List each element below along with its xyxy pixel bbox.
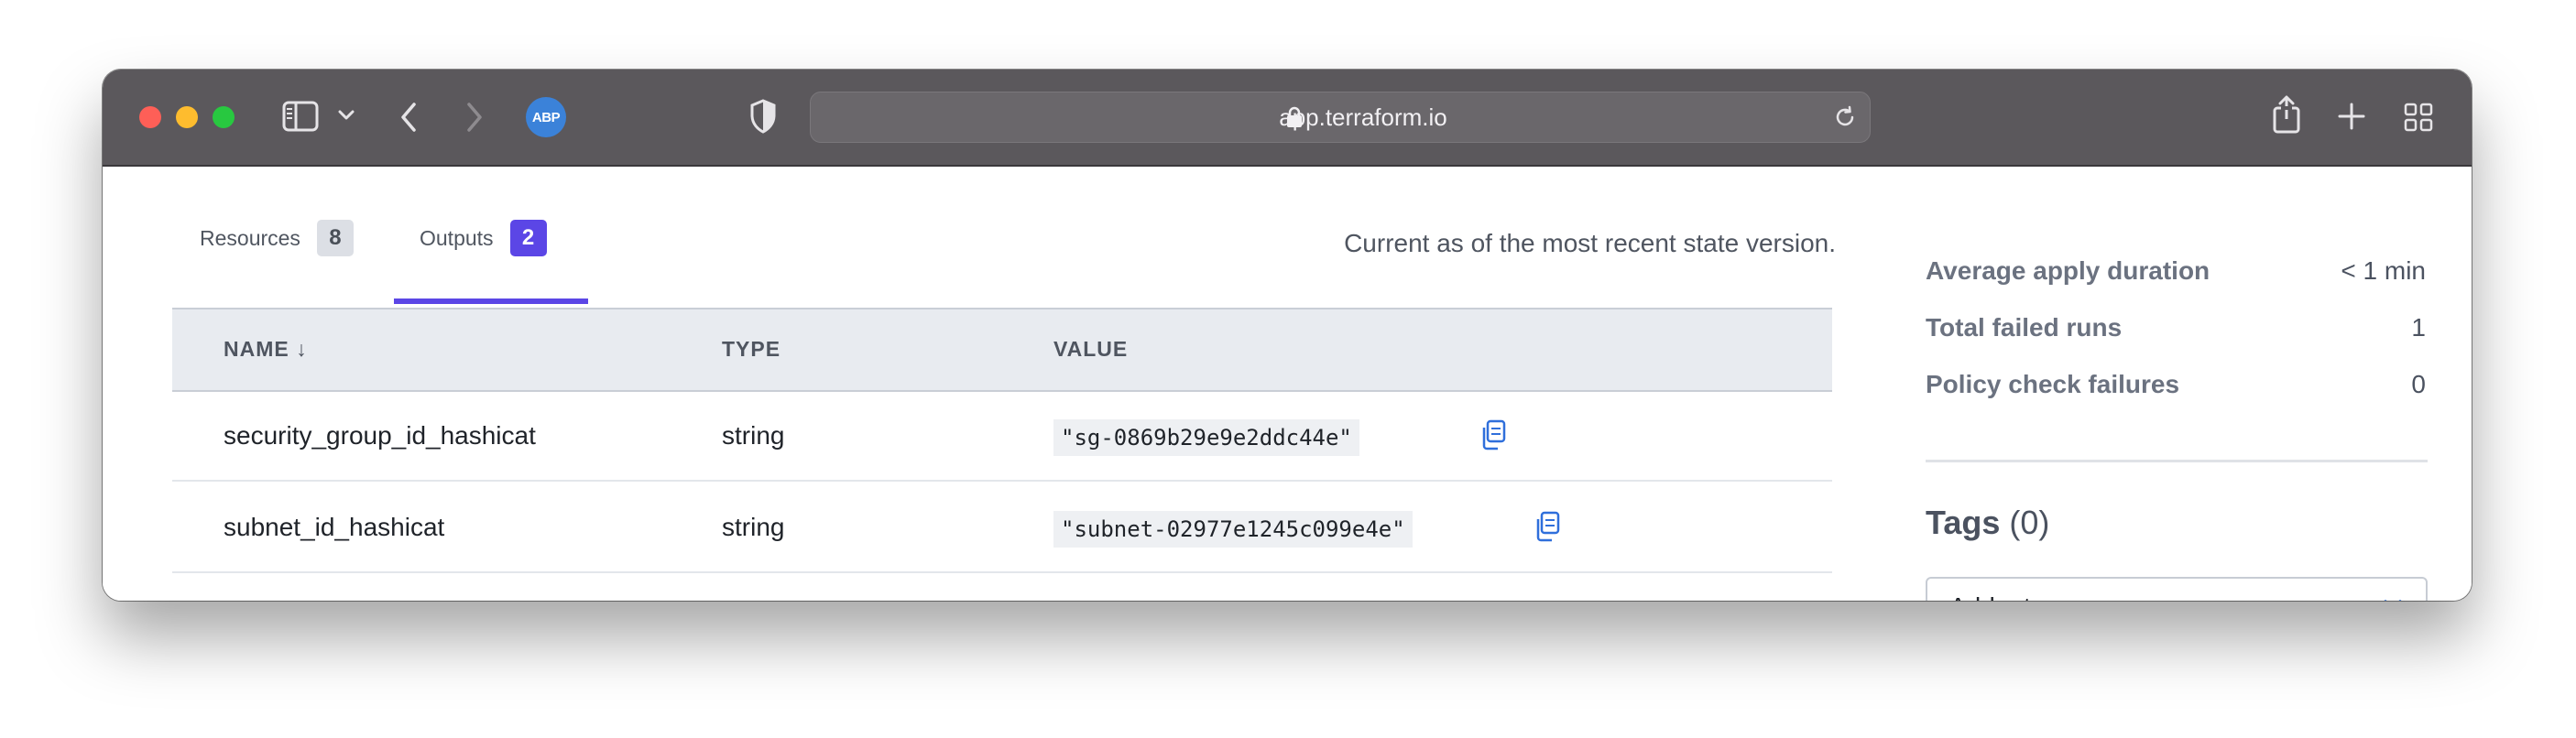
copy-icon[interactable] (1534, 511, 1561, 547)
url-text: app.terraform.io (1279, 103, 1447, 131)
browser-toolbar: ABP app.terraform.io (103, 70, 2472, 167)
add-tag-select[interactable]: Add a tag (1926, 577, 2428, 601)
output-value: "sg-0869b29e9e2ddc44e" (1053, 419, 1359, 456)
close-window-button[interactable] (139, 106, 161, 128)
sidebar-divider (1926, 460, 2428, 462)
minimize-window-button[interactable] (176, 106, 198, 128)
metric-value: 0 (2411, 370, 2426, 398)
tab-label: Resources (200, 225, 300, 250)
table-header: NAME ↓ TYPE VALUE (172, 308, 1832, 392)
state-version-note: Current as of the most recent state vers… (1344, 229, 1836, 257)
metric-label: Policy check failures (1926, 370, 2180, 398)
add-tag-label: Add a tag (1949, 592, 2059, 601)
table-row: subnet_id_hashicat string "subnet-02977e… (172, 482, 1832, 573)
metric-label: Total failed runs (1926, 313, 2123, 342)
active-tab-indicator (394, 298, 588, 304)
count-badge: 2 (509, 220, 547, 256)
new-tab-icon[interactable] (2338, 103, 2365, 135)
metric-label: Average apply duration (1926, 256, 2210, 285)
address-bar[interactable]: app.terraform.io (810, 92, 1871, 143)
chevron-down-icon (2382, 597, 2404, 601)
sidebar-toggle-icon[interactable] (282, 101, 319, 136)
tags-count: (0) (2009, 504, 2050, 541)
page-content: Resources 8 Outputs 2 Current as of the … (103, 167, 2472, 601)
back-arrow-icon[interactable] (398, 101, 420, 138)
output-type: string (722, 513, 785, 541)
browser-window: ABP app.terraform.io Resources 8 Outputs… (103, 70, 2472, 601)
output-value: "subnet-02977e1245c099e4e" (1053, 511, 1413, 548)
forward-arrow-icon[interactable] (464, 101, 486, 138)
metric-value: < 1 min (2341, 256, 2426, 285)
chevron-down-icon[interactable] (337, 108, 355, 127)
output-type: string (722, 421, 785, 450)
column-header-value: VALUE (1053, 337, 1129, 361)
column-header-type: TYPE (722, 337, 781, 361)
column-header-name[interactable]: NAME ↓ (224, 337, 308, 362)
share-icon[interactable] (2272, 95, 2301, 138)
metric-value: 1 (2411, 313, 2426, 342)
tab-label: Outputs (420, 225, 494, 250)
adblock-extension-icon[interactable]: ABP (526, 97, 566, 137)
tags-title: Tags (1926, 504, 2001, 541)
tab-overview-icon[interactable] (2404, 103, 2433, 136)
count-badge: 8 (316, 220, 354, 256)
privacy-shield-icon[interactable] (749, 99, 777, 138)
tab-outputs[interactable]: Outputs 2 (420, 218, 547, 258)
tags-heading: Tags (0) (1926, 504, 2049, 542)
reload-icon[interactable] (1833, 105, 1857, 134)
table-row: security_group_id_hashicat string "sg-08… (172, 390, 1832, 482)
output-name: security_group_id_hashicat (224, 421, 536, 450)
tab-resources[interactable]: Resources 8 (200, 218, 354, 258)
output-name: subnet_id_hashicat (224, 513, 445, 541)
copy-icon[interactable] (1479, 419, 1507, 455)
zoom-window-button[interactable] (213, 106, 235, 128)
